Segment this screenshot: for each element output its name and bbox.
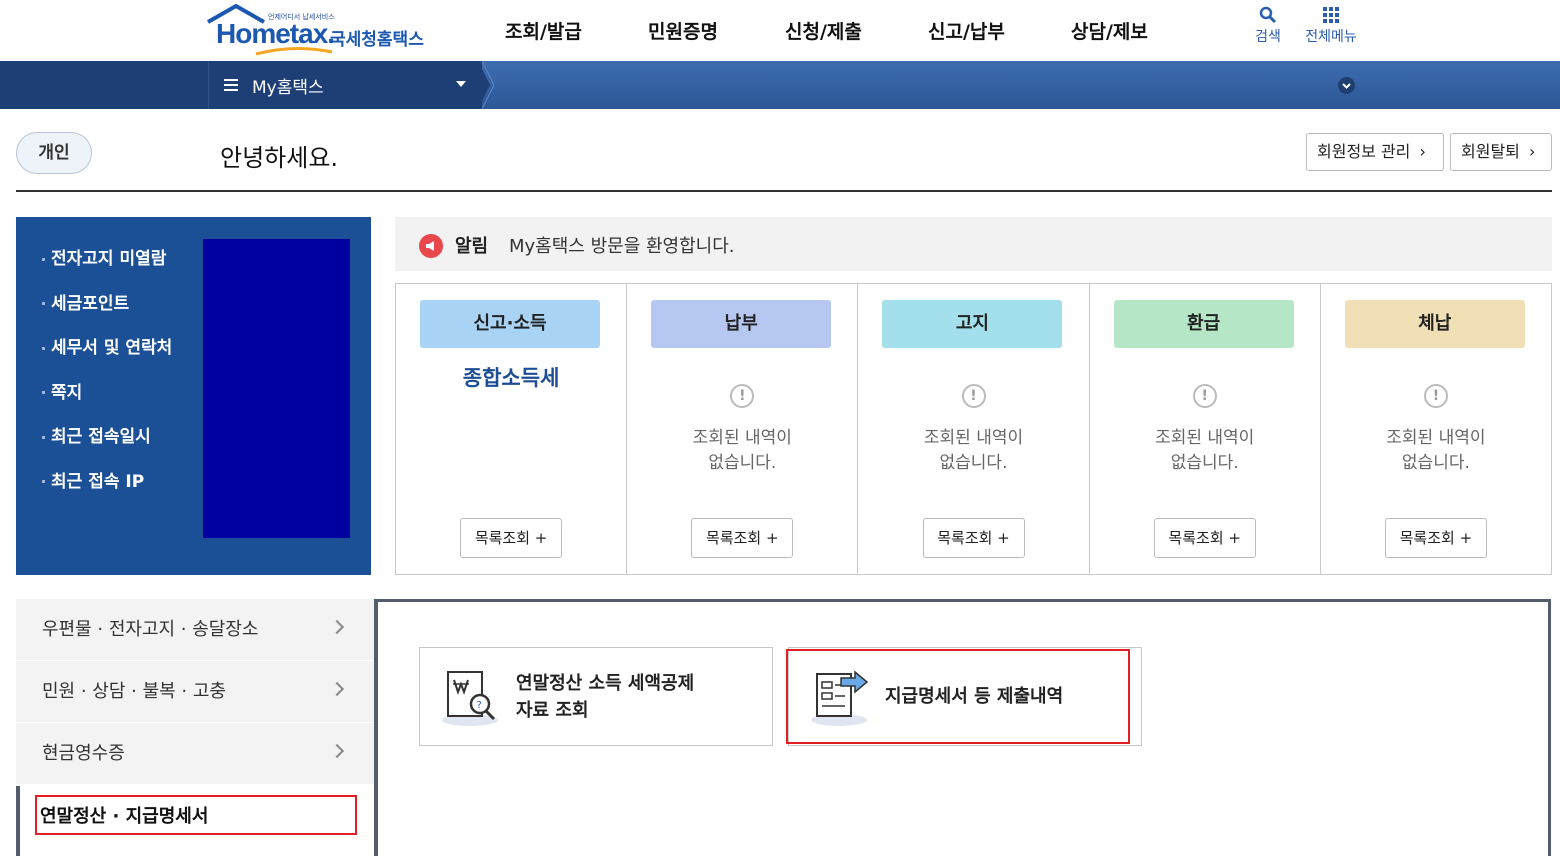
- tile-title: 연말정산 소득 세액공제 자료 조회: [516, 673, 695, 721]
- document-search-icon: ?: [442, 671, 498, 726]
- my-hometax-navbar: My홈택스: [0, 61, 1560, 109]
- list-button[interactable]: 목록조회 +: [1384, 518, 1487, 558]
- user-info-box: 전자고지 미열람 세금포인트 세무서 및 연락처 쪽지 최근 접속일시 최근 접…: [16, 217, 371, 575]
- info-item: 최근 접속 IP: [42, 468, 172, 513]
- chevron-down-icon[interactable]: [1338, 77, 1355, 94]
- card-title: 신고·소득: [420, 300, 600, 348]
- gnb-inquiry[interactable]: 조회/발급: [505, 17, 582, 44]
- notice-message: My홈택스 방문을 환영합니다.: [509, 236, 735, 257]
- side-item-cash-receipt[interactable]: 현금영수증: [16, 723, 374, 785]
- all-menu-button[interactable]: 전체메뉴: [1300, 6, 1362, 46]
- empty-message: 조회된 내역이 없습니다.: [923, 428, 1024, 473]
- withdraw-label: 회원탈퇴: [1461, 142, 1520, 161]
- nav-arrow-divider: [478, 61, 494, 109]
- card-refund: 환급 ! 조회된 내역이 없습니다. 목록조회 +: [1090, 284, 1321, 574]
- card-tax-link[interactable]: 종합소득세: [396, 362, 626, 392]
- member-info-button[interactable]: 회원정보 관리 ›: [1306, 133, 1444, 171]
- empty-message: 조회된 내역이 없습니다.: [1155, 428, 1255, 473]
- card-arrears: 체납 ! 조회된 내역이 없습니다. 목록조회 +: [1321, 284, 1551, 574]
- chevron-right-icon: [329, 681, 345, 697]
- user-type-badge: 개인: [16, 132, 92, 174]
- nav-separator: [208, 61, 209, 109]
- top-header: 언제어디서 납세서비스 Hometax. 국세청홈택스 조회/발급 민원증명 신…: [0, 0, 1560, 61]
- highlight-box: [35, 795, 357, 835]
- megaphone-icon: [419, 234, 443, 258]
- list-button[interactable]: 목록조회 +: [691, 518, 794, 558]
- chevron-right-icon: ›: [1419, 142, 1426, 161]
- exclamation-icon: !: [961, 384, 986, 408]
- member-info-label: 회원정보 관리: [1317, 142, 1411, 161]
- all-menu-label: 전체메뉴: [1305, 29, 1357, 45]
- list-button[interactable]: 목록조회 +: [922, 518, 1025, 558]
- search-label: 검색: [1255, 29, 1281, 45]
- card-title: 고지: [882, 300, 1063, 348]
- divider: [16, 190, 1552, 192]
- greeting-text: 안녕하세요.: [220, 144, 339, 172]
- exclamation-icon: !: [1192, 384, 1217, 408]
- info-item: 최근 접속일시: [42, 423, 172, 468]
- card-title: 체납: [1344, 300, 1525, 348]
- caret-down-icon[interactable]: [456, 81, 466, 87]
- info-item: 전자고지 미열람: [42, 245, 172, 290]
- hamburger-icon[interactable]: [224, 79, 238, 91]
- info-item: 세무서 및 연락처: [42, 334, 172, 379]
- gnb-consult[interactable]: 상담/제보: [1071, 17, 1148, 44]
- card-notice: 고지 ! 조회된 내역이 없습니다. 목록조회 +: [858, 284, 1090, 574]
- svg-text:?: ?: [477, 700, 482, 711]
- chevron-right-icon: [329, 619, 345, 635]
- empty-message: 조회된 내역이 없습니다.: [692, 428, 792, 473]
- list-button[interactable]: 목록조회 +: [1153, 518, 1256, 558]
- exclamation-icon: !: [1423, 384, 1448, 408]
- highlight-box: [786, 649, 1130, 744]
- search-icon: [1259, 6, 1277, 24]
- notice-bar: 알림 My홈택스 방문을 환영합니다.: [395, 217, 1552, 271]
- empty-message: 조회된 내역이 없습니다.: [1386, 428, 1486, 473]
- notice-label: 알림: [455, 236, 489, 257]
- card-filing: 신고·소득 종합소득세 목록조회 +: [396, 284, 628, 574]
- tile-year-end-deduction[interactable]: ? 연말정산 소득 세액공제 자료 조회: [419, 647, 773, 746]
- withdraw-button[interactable]: 회원탈퇴 ›: [1450, 133, 1552, 171]
- logo-swoosh: [255, 46, 333, 56]
- card-title: 환급: [1113, 300, 1294, 348]
- info-item: 세금포인트: [42, 290, 172, 335]
- search-button[interactable]: 검색: [1250, 6, 1286, 46]
- card-payment: 납부 ! 조회된 내역이 없습니다. 목록조회 +: [627, 284, 859, 574]
- gnb-certificate[interactable]: 민원증명: [648, 17, 718, 44]
- gnb-filing[interactable]: 신고/납부: [928, 17, 1005, 44]
- side-item-civil[interactable]: 민원 · 상담 · 불복 · 고충: [16, 661, 374, 723]
- list-button[interactable]: 목록조회 +: [460, 518, 563, 558]
- card-title: 납부: [651, 300, 832, 348]
- chevron-right-icon: [329, 743, 345, 759]
- gnb-application[interactable]: 신청/제출: [785, 17, 862, 44]
- nav-title[interactable]: My홈택스: [252, 73, 324, 98]
- info-item: 쪽지: [42, 379, 172, 424]
- hometax-logo[interactable]: 언제어디서 납세서비스 Hometax. 국세청홈택스: [206, 4, 436, 56]
- status-cards: 신고·소득 종합소득세 목록조회 + 납부 ! 조회된 내역이 없습니다. 목록조…: [395, 283, 1552, 575]
- chevron-right-icon: ›: [1528, 142, 1536, 161]
- grid-icon: [1323, 7, 1339, 23]
- exclamation-icon: !: [730, 384, 755, 408]
- nav-section: [0, 61, 482, 109]
- logo-korean: 국세청홈택스: [330, 30, 424, 50]
- redacted-values: [203, 239, 350, 538]
- side-item-mail[interactable]: 우편물 · 전자고지 · 송달장소: [16, 599, 374, 661]
